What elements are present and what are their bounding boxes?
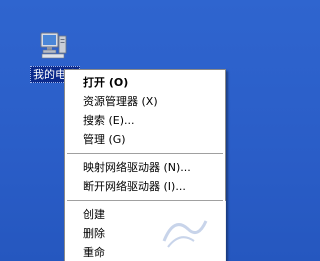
- desktop[interactable]: 我的电脑 打开 (O) 资源管理器 (X) 搜索 (E)... 管理 (G) 映…: [0, 0, 252, 261]
- watermark-overlay: [108, 201, 226, 261]
- menu-item-explorer[interactable]: 资源管理器 (X): [65, 92, 225, 111]
- menu-item-manage[interactable]: 管理 (G): [65, 130, 225, 149]
- menu-item-search[interactable]: 搜索 (E)...: [65, 111, 225, 130]
- watermark-logo-icon: [162, 220, 208, 248]
- menu-item-disconnect-network-drive[interactable]: 断开网络驱动器 (I)...: [65, 177, 225, 196]
- computer-icon[interactable]: [38, 30, 68, 60]
- menu-item-map-network-drive[interactable]: 映射网络驱动器 (N)...: [65, 158, 225, 177]
- menu-separator: [67, 153, 223, 154]
- menu-item-open[interactable]: 打开 (O): [65, 73, 225, 92]
